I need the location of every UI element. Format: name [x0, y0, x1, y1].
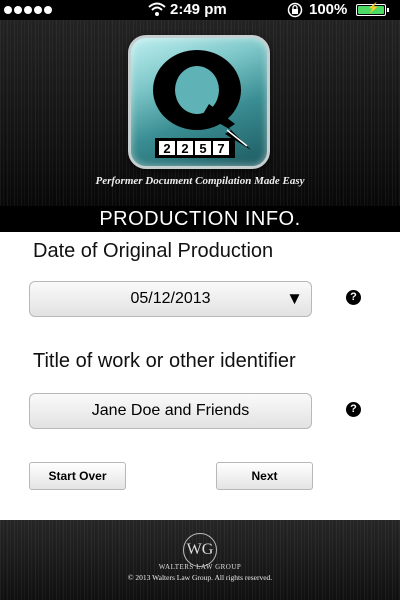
walters-law-group-logo: WG — [183, 533, 217, 567]
title-label: Title of work or other identifier — [33, 350, 296, 372]
battery-icon — [356, 3, 389, 16]
status-bar: 2:49 pm 100% — [0, 0, 400, 20]
tagline: Performer Document Compilation Made Easy — [95, 175, 305, 187]
q2257-logo: Q 2 2 5 7 — [128, 35, 270, 169]
date-label: Date of Original Production — [33, 240, 274, 262]
rotation-lock-icon — [287, 2, 303, 22]
battery-percent: 100% — [309, 1, 348, 18]
date-picker[interactable]: 05/12/2013 ▼ — [29, 281, 312, 317]
title-input[interactable]: Jane Doe and Friends — [29, 393, 312, 429]
status-time: 2:49 pm — [170, 1, 227, 18]
footer: WG WALTERS LAW GROUP © 2013 Walters Law … — [0, 520, 400, 600]
next-button[interactable]: Next — [216, 462, 313, 490]
dropdown-arrow-icon: ▼ — [286, 289, 303, 308]
wifi-icon — [148, 1, 166, 21]
page-title: PRODUCTION INFO. — [0, 206, 400, 232]
app-header: Q 2 2 5 7 Performer Document Compilation… — [0, 20, 400, 206]
company-name: WALTERS LAW GROUP — [158, 563, 242, 571]
counter-digit-4: 7 — [217, 141, 224, 156]
counter-digit-3: 5 — [199, 141, 206, 156]
title-help-icon[interactable]: ? — [346, 402, 361, 417]
counter-digit-2: 2 — [181, 141, 188, 156]
date-help-icon[interactable]: ? — [346, 290, 361, 305]
counter-digit-1: 2 — [163, 141, 170, 156]
date-value: 05/12/2013 — [130, 290, 211, 307]
start-over-button[interactable]: Start Over — [29, 462, 126, 490]
signal-strength-icon — [4, 6, 52, 14]
copyright-text: © 2013 Walters Law Group. All rights res… — [127, 573, 273, 582]
